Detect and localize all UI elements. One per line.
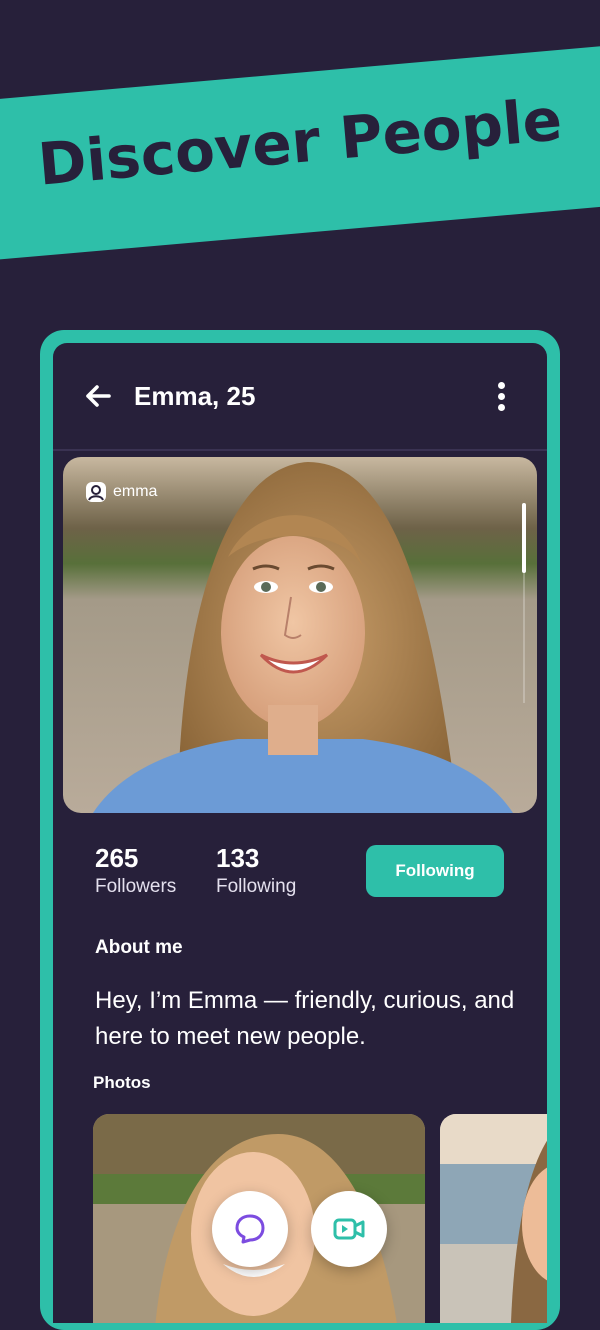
video-call-button[interactable]	[311, 1191, 387, 1267]
following-label: Following	[216, 876, 297, 897]
following-stat[interactable]: 133 Following	[216, 843, 296, 898]
back-arrow-icon[interactable]	[83, 381, 113, 411]
following-count: 133	[216, 843, 260, 873]
photo-scroll-thumb[interactable]	[522, 503, 526, 573]
about-title: About me	[95, 937, 183, 958]
video-camera-icon	[333, 1218, 365, 1240]
followers-stat[interactable]: 265 Followers	[95, 843, 176, 898]
profile-handle: emma	[85, 481, 157, 503]
chat-button[interactable]	[212, 1191, 288, 1267]
followers-count: 265	[95, 843, 139, 873]
chat-bubble-icon	[235, 1214, 265, 1244]
app-bar: Emma, 25	[53, 343, 547, 451]
photo-thumbnail-image	[440, 1114, 547, 1323]
more-options-icon[interactable]	[489, 379, 513, 415]
photo-thumbnail[interactable]	[440, 1114, 547, 1323]
user-icon	[86, 482, 106, 502]
about-text: Hey, I’m Emma — friendly, curious, and h…	[95, 987, 515, 1050]
photo-scroll-track	[523, 573, 525, 703]
profile-photo-image	[63, 457, 537, 813]
following-button[interactable]: Following	[366, 845, 504, 897]
photos-title: Photos	[93, 1073, 151, 1092]
handle-text: emma	[113, 483, 158, 500]
profile-photo[interactable]	[63, 457, 537, 813]
followers-label: Followers	[95, 876, 177, 897]
profile-name-age: Emma, 25	[134, 381, 256, 411]
profile-screen: Emma, 25 emma 265 Followers 133 Followin…	[53, 343, 547, 1323]
